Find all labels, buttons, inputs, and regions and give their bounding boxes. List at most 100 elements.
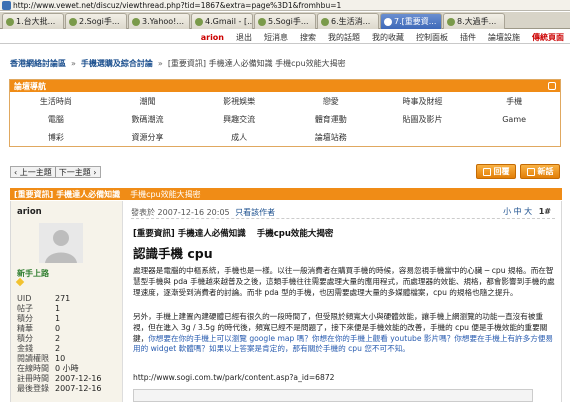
author-stats: UID 271 帖子 1 積分 1 精華 0 積分 2 金錢 2 閱讀權限 10 在線時間 0 … <box>17 293 117 393</box>
new-post-button[interactable]: 新話 <box>520 164 560 179</box>
user-nav: arion 退出 短消息 搜索 我的話題 我的收藏 控制面板 插件 論壇設施 傳… <box>195 31 570 43</box>
prev-topic-link[interactable]: ‹ 上一主題 <box>11 167 55 178</box>
stat-row: 精華 0 <box>17 323 61 333</box>
tab-favicon-icon <box>132 17 140 26</box>
tab-favicon-icon <box>384 17 392 26</box>
rank-stars <box>15 277 25 287</box>
browser-tab[interactable]: 6.生活消... <box>317 13 379 29</box>
browser-tab-strip: 1.台大批... 2.Sogi手... 3.Yahoo!... 4.Gmail … <box>0 12 570 29</box>
breadcrumb-current: [重要資訊] 手機達人必備知識 手機cpu效能大揭密 <box>167 58 346 68</box>
browser-tab[interactable]: 4.Gmail - [... <box>191 13 253 29</box>
forum-nav-item[interactable]: 手機 <box>468 92 560 110</box>
reply-icon <box>482 167 491 176</box>
forum-nav-item[interactable]: 體育運動 <box>285 110 377 128</box>
post-paragraph-highlight: 你想要在你的手機上可以瀏覽 google map 嗎？你想在你的手機上觀看 yo… <box>133 333 554 354</box>
post-heading: 認識手機 cpu <box>133 246 213 261</box>
url-text[interactable]: http://www.vewet.net/discuz/viewthread.p… <box>13 1 341 10</box>
breadcrumb-separator: » <box>71 58 76 68</box>
collapse-icon[interactable] <box>548 82 556 90</box>
user-rank: 新手上路 <box>17 269 49 278</box>
source-link[interactable]: http://www.sogi.com.tw/park/content.asp?… <box>133 373 335 382</box>
post-title-tag: [重要資訊] 手機達人必備知識 <box>133 229 246 239</box>
stat-row: 在線時間 0 小時 <box>17 363 79 373</box>
stat-row: 最後登錄 2007-12-16 <box>17 383 102 393</box>
post-paragraph: 處理器是電腦的中樞系統，手機也是一樣。以往一般消費者在購買手機的時候，容易忽視手… <box>133 266 555 297</box>
avatar[interactable] <box>39 223 83 263</box>
forum-nav-item[interactable]: 貼圖及影片 <box>377 110 469 128</box>
tab-favicon-icon <box>195 17 203 26</box>
author-sidebar: arion 新手上路 UID 271 帖子 1 積分 1 精華 0 積分 2 金錢 2 閱讀… <box>11 201 123 402</box>
forum-nav-item[interactable]: 生活時尚 <box>10 92 102 110</box>
forum-topbar: arion 退出 短消息 搜索 我的話題 我的收藏 控制面板 插件 論壇設施 傳… <box>0 30 570 44</box>
new-post-icon <box>526 167 535 176</box>
reply-button[interactable]: 回覆 <box>476 164 516 179</box>
forum-nav-item[interactable]: 潮聞 <box>102 92 194 110</box>
stat-row: 註冊時間 2007-12-16 <box>17 373 102 383</box>
meta-divider <box>131 218 555 219</box>
breadcrumb: 香港網絡討論區 » 手機選購及綜合討論 » [重要資訊] 手機達人必備知識 手機… <box>0 55 570 71</box>
font-size-switcher[interactable]: 小 中 大 1# <box>503 206 551 217</box>
browser-tab[interactable]: 5.Sogi手... <box>254 13 316 29</box>
forum-nav-item[interactable]: 興趣交流 <box>193 110 285 128</box>
tab-favicon-icon <box>6 17 14 26</box>
post-paragraph: 另外，手機上建置內建硬體已經有很久的一段時間了，但受限於頻寬大小與硬體效能，讓手… <box>133 312 557 355</box>
forum-nav-item[interactable]: 時事及財經 <box>377 92 469 110</box>
forum-nav-item <box>377 128 469 146</box>
forum-facilities-link[interactable]: 論壇設施 <box>482 32 526 43</box>
tab-favicon-icon <box>258 17 266 26</box>
post-content: 發表於 2007-12-16 20:05 只看該作者 小 中 大 1# [重要資… <box>125 201 561 402</box>
forum-nav-title: 論壇導航 <box>14 81 46 91</box>
address-bar[interactable]: http://www.vewet.net/discuz/viewthread.p… <box>0 0 570 11</box>
breadcrumb-home[interactable]: 香港網絡討論區 <box>10 58 66 69</box>
forum-nav-item[interactable]: 數碼潮流 <box>102 110 194 128</box>
stat-row: 帖子 1 <box>17 303 61 313</box>
control-panel-link[interactable]: 控制面板 <box>410 32 454 43</box>
browser-tab[interactable]: 2.Sogi手... <box>65 13 127 29</box>
tab-favicon-icon <box>69 17 77 26</box>
browser-tab[interactable]: 8.大過手... <box>443 13 505 29</box>
forum-nav-item[interactable]: 戀愛 <box>285 92 377 110</box>
browser-tab-active[interactable]: 7.[重要資... <box>380 13 442 29</box>
forum-nav-item[interactable]: 電腦 <box>10 110 102 128</box>
stat-row: 積分 2 <box>17 333 61 343</box>
forum-nav-item[interactable]: 資源分享 <box>102 128 194 146</box>
messages-link[interactable]: 短消息 <box>258 32 294 43</box>
next-topic-link[interactable]: 下一主題 › <box>56 167 100 178</box>
font-size-links[interactable]: 小 中 大 <box>503 207 532 216</box>
breadcrumb-forum[interactable]: 手機選購及綜合討論 <box>81 58 153 69</box>
stat-row: UID 271 <box>17 293 71 303</box>
forum-nav-item[interactable]: Game <box>468 110 560 128</box>
browser-tab[interactable]: 1.台大批... <box>2 13 64 29</box>
search-link[interactable]: 搜索 <box>294 32 322 43</box>
forum-nav-item[interactable]: 博彩 <box>10 128 102 146</box>
plugins-link[interactable]: 插件 <box>454 32 482 43</box>
tab-favicon-icon <box>447 17 455 26</box>
forum-nav-item[interactable]: 影視娛樂 <box>193 92 285 110</box>
post-title-main: 手機cpu效能大揭密 <box>256 229 334 239</box>
page-icon <box>2 0 11 10</box>
forum-nav-grid: 生活時尚 潮聞 影視娛樂 戀愛 時事及財經 手機 電腦 數碼潮流 興趣交流 體育… <box>10 92 560 146</box>
stat-row: 閱讀權限 10 <box>17 353 66 363</box>
forum-nav-item <box>468 128 560 146</box>
author-only-link[interactable]: 只看該作者 <box>235 208 275 217</box>
post-date: 發表於 2007-12-16 20:05 <box>131 208 230 217</box>
star-icon <box>15 277 25 287</box>
thread-tag: [重要資訊] 手機達人必備知識 <box>14 189 121 199</box>
my-favorites-link[interactable]: 我的收藏 <box>366 32 410 43</box>
my-topics-link[interactable]: 我的話題 <box>322 32 366 43</box>
stat-row: 積分 1 <box>17 313 61 323</box>
forum-nav-header: 論壇導航 <box>10 80 560 92</box>
breadcrumb-separator: » <box>157 58 163 68</box>
browser-tab[interactable]: 3.Yahoo!... <box>128 13 190 29</box>
floor-number: 1# <box>538 207 551 216</box>
forum-nav-item[interactable]: 論壇站務 <box>285 128 377 146</box>
username-link[interactable]: arion <box>195 33 230 42</box>
forum-nav-item[interactable]: 成人 <box>193 128 285 146</box>
post-image <box>133 389 533 402</box>
classic-page-link[interactable]: 傳統頁面 <box>526 32 570 43</box>
thread-title: 手機cpu效能大揭密 <box>130 189 201 199</box>
stat-row: 金錢 2 <box>17 343 61 353</box>
author-name[interactable]: arion <box>17 207 42 217</box>
post-meta: 發表於 2007-12-16 20:05 只看該作者 <box>131 207 275 218</box>
logout-link[interactable]: 退出 <box>230 32 258 43</box>
